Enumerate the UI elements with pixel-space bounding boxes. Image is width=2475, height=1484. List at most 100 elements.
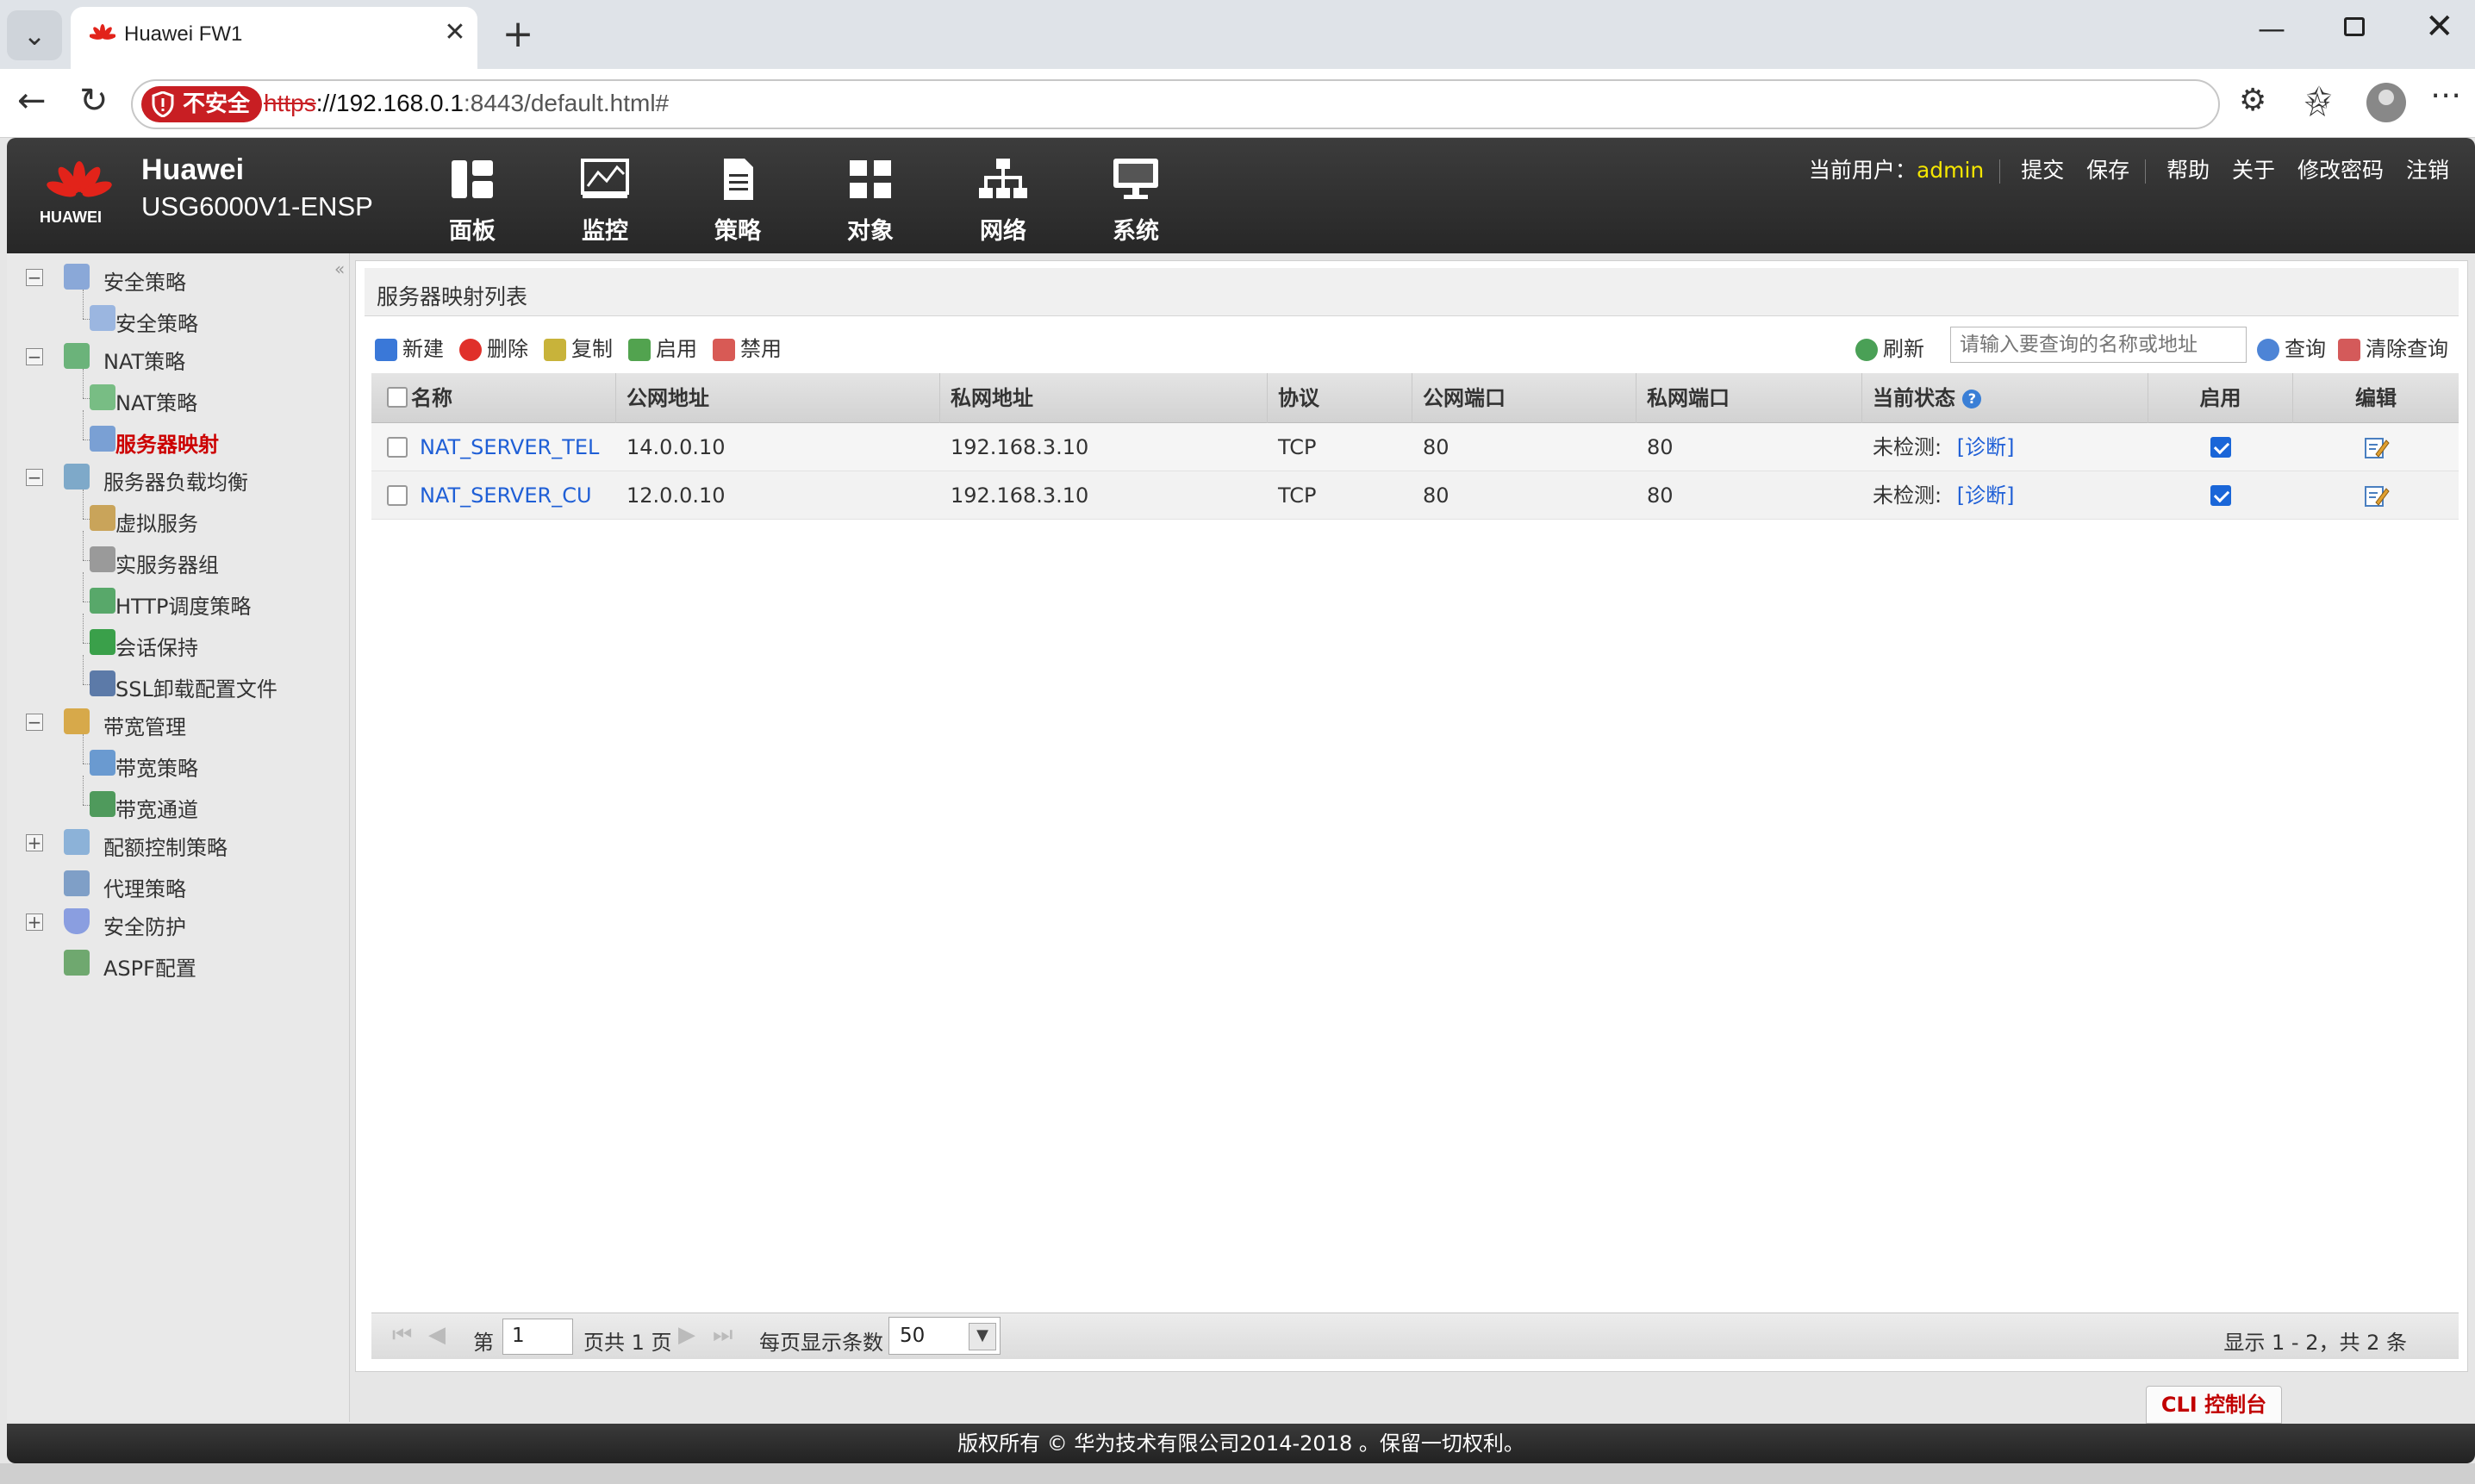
page-number-input[interactable]: 1 — [502, 1319, 573, 1355]
new-button[interactable]: 新建 — [375, 332, 444, 362]
column-header-protocol[interactable]: 协议 — [1268, 373, 1412, 423]
table-row[interactable]: NAT_SERVER_CU 12.0.0.10 192.168.3.10 TCP… — [371, 471, 2459, 520]
url-path: :8443/default.html# — [463, 90, 670, 116]
url-field[interactable]: 不安全 https://192.168.0.1:8443/default.htm… — [131, 79, 2332, 129]
column-header-private-ip[interactable]: 私网地址 — [940, 373, 1268, 423]
clear-search-button-label: 清除查询 — [2366, 337, 2448, 361]
help-link[interactable]: 帮助 — [2166, 158, 2210, 183]
menu-policy[interactable]: 策略 — [686, 157, 789, 245]
back-arrow-icon[interactable]: ← — [17, 81, 47, 121]
search-button[interactable]: 查询 — [2257, 332, 2326, 362]
delete-button[interactable]: 删除 — [459, 332, 528, 362]
chevron-down-icon: ▼ — [969, 1323, 996, 1350]
server-name-link[interactable]: NAT_SERVER_CU — [409, 471, 592, 520]
disable-button-label: 禁用 — [740, 337, 782, 361]
prev-page-icon[interactable]: ◀ — [428, 1322, 446, 1348]
first-page-icon[interactable]: ⏮ — [392, 1322, 412, 1349]
collapse-toggle-icon[interactable]: − — [26, 714, 43, 731]
tree-real-server-group[interactable]: 实服务器组 — [7, 531, 343, 577]
edit-pencil-icon[interactable] — [2364, 435, 2390, 459]
clear-search-button[interactable]: 清除查询 — [2338, 332, 2448, 362]
change-password-link[interactable]: 修改密码 — [2297, 158, 2384, 183]
browser-tab[interactable]: Huawei FW1 ✕ — [71, 7, 477, 69]
tree-proxy-policy[interactable]: 代理策略 — [7, 867, 343, 901]
menu-system[interactable]: 系统 — [1084, 157, 1188, 245]
tab-title: Huawei FW1 — [124, 22, 243, 46]
search-input[interactable] — [1950, 327, 2247, 363]
refresh-button[interactable]: 刷新 — [1855, 332, 1924, 362]
column-header-name[interactable]: 名称 — [401, 373, 616, 423]
tree-session-persistence[interactable]: 会话保持 — [7, 614, 343, 660]
reload-icon[interactable]: ↻ — [79, 81, 109, 121]
tree-quota-control[interactable]: + 配额控制策略 — [7, 826, 343, 860]
column-header-public-port[interactable]: 公网端口 — [1412, 373, 1636, 423]
refresh-icon — [1855, 339, 1878, 361]
column-header-enabled[interactable]: 启用 — [2148, 373, 2293, 423]
diagnose-link[interactable]: [诊断] — [1957, 435, 2015, 459]
cli-console-button[interactable]: CLI 控制台 — [2146, 1386, 2282, 1424]
enabled-checkbox[interactable] — [2210, 485, 2231, 506]
column-header-status[interactable]: 当前状态 ? — [1862, 373, 2148, 423]
extensions-puzzle-icon[interactable]: ⚙ — [2239, 83, 2266, 118]
tree-server-load-balance[interactable]: − 服务器负载均衡 — [7, 460, 343, 495]
about-link[interactable]: 关于 — [2232, 158, 2275, 183]
collapse-toggle-icon[interactable]: − — [26, 348, 43, 365]
expand-toggle-icon[interactable]: + — [26, 913, 43, 931]
tree-bandwidth-channel[interactable]: 带宽通道 — [7, 776, 343, 822]
shield-warning-icon — [152, 91, 174, 117]
more-menu-icon[interactable]: ⋯ — [2430, 78, 2461, 113]
window-restore-icon[interactable] — [2344, 17, 2365, 36]
expand-toggle-icon[interactable]: + — [26, 834, 43, 851]
tree-server-mapping[interactable]: 服务器映射 — [7, 410, 343, 457]
tree-security-policy[interactable]: − 安全策略 — [7, 260, 343, 295]
window-close-icon[interactable]: ✕ — [2425, 7, 2454, 47]
tree-line — [83, 776, 84, 805]
tab-list-chevron-icon[interactable]: ⌄ — [7, 10, 62, 60]
menu-object[interactable]: 对象 — [819, 157, 922, 245]
menu-network-label: 网络 — [980, 218, 1026, 245]
security-warning-badge[interactable]: 不安全 — [141, 86, 263, 122]
column-header-public-ip[interactable]: 公网地址 — [616, 373, 940, 423]
tree-bandwidth-policy[interactable]: 带宽策略 — [7, 734, 343, 781]
tree-nat-policy[interactable]: − NAT策略 — [7, 340, 343, 374]
profile-avatar[interactable] — [2366, 83, 2406, 122]
tree-security-policy-child[interactable]: 安全策略 — [7, 290, 343, 336]
server-name-link[interactable]: NAT_SERVER_TEL — [409, 423, 599, 471]
copy-button[interactable]: 复制 — [544, 332, 613, 362]
enabled-checkbox[interactable] — [2210, 437, 2231, 458]
collapse-toggle-icon[interactable]: − — [26, 269, 43, 286]
per-page-select[interactable]: 50 ▼ — [888, 1317, 1001, 1355]
tree-aspf-config[interactable]: ASPF配置 — [7, 946, 343, 981]
menu-dashboard[interactable]: 面板 — [421, 157, 524, 245]
submit-link[interactable]: 提交 — [2021, 158, 2064, 183]
tree-virtual-service[interactable]: 虚拟服务 — [7, 489, 343, 536]
menu-network[interactable]: 网络 — [951, 157, 1055, 245]
tree-bandwidth-management[interactable]: − 带宽管理 — [7, 705, 343, 739]
row-checkbox[interactable] — [387, 485, 408, 506]
collapse-toggle-icon[interactable]: − — [26, 469, 43, 486]
logout-link[interactable]: 注销 — [2406, 158, 2449, 183]
enable-button[interactable]: 启用 — [628, 332, 697, 362]
tree-http-dispatch[interactable]: HTTP调度策略 — [7, 572, 343, 619]
window-minimize-icon[interactable]: — — [2258, 12, 2285, 45]
copy-icon — [544, 339, 566, 361]
tree-ssl-offload[interactable]: SSL卸载配置文件 — [7, 655, 343, 701]
help-question-icon[interactable]: ? — [1962, 390, 1982, 408]
menu-dashboard-label: 面板 — [449, 218, 496, 245]
last-page-icon[interactable]: ⏭ — [713, 1322, 733, 1349]
row-checkbox[interactable] — [387, 437, 408, 458]
edit-pencil-icon[interactable] — [2364, 483, 2390, 508]
menu-monitor[interactable]: 监控 — [553, 157, 657, 245]
column-header-private-port[interactable]: 私网端口 — [1636, 373, 1862, 423]
http-policy-icon — [90, 588, 115, 614]
save-link[interactable]: 保存 — [2086, 158, 2129, 183]
tree-nat-policy-child[interactable]: NAT策略 — [7, 369, 343, 415]
favorites-list-icon[interactable]: ✩ — [2306, 81, 2332, 116]
tab-close-icon[interactable]: ✕ — [440, 17, 471, 48]
table-row[interactable]: NAT_SERVER_TEL 14.0.0.10 192.168.3.10 TC… — [371, 423, 2459, 471]
new-tab-icon[interactable]: + — [496, 14, 539, 57]
diagnose-link[interactable]: [诊断] — [1957, 483, 2015, 508]
next-page-icon[interactable]: ▶ — [678, 1322, 695, 1348]
tree-security-protection[interactable]: + 安全防护 — [7, 905, 343, 939]
disable-button[interactable]: 禁用 — [713, 332, 782, 362]
